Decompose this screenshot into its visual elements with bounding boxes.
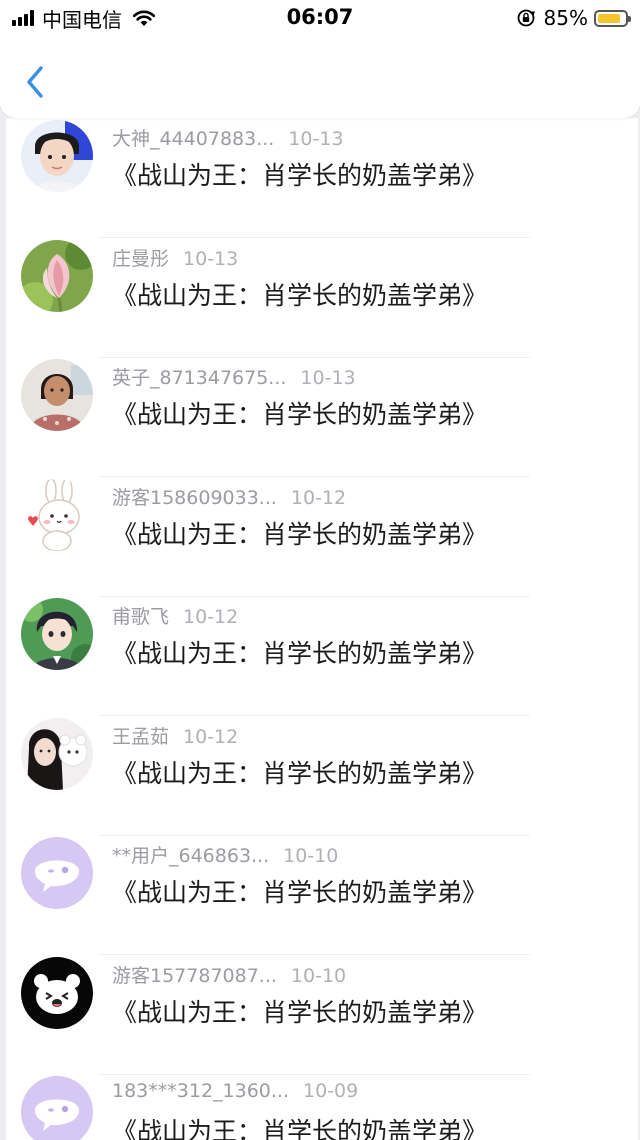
comment-list-item[interactable]: 游客158609033... 10-12 《战山为王：肖学长的奶盖学弟》 <box>6 407 638 597</box>
user-name[interactable]: 王孟茹 <box>112 722 169 749</box>
comment-date: 10-12 <box>183 726 239 748</box>
comment-list-item[interactable]: 183***312_1360... 10-09 《战山为王：肖学长的奶盖学弟》 <box>6 1004 638 1140</box>
rotation-lock-icon <box>517 9 535 27</box>
user-name[interactable]: 庄曼彤 <box>112 244 169 271</box>
user-name[interactable]: 英子_871347675... <box>112 363 286 390</box>
comment-date: 10-10 <box>283 845 339 867</box>
book-title[interactable]: 《战山为王：肖学长的奶盖学弟》 <box>112 1112 487 1140</box>
comment-date: 10-09 <box>303 1080 359 1102</box>
comment-meta: 游客158609033... 10-12 <box>112 483 346 509</box>
user-name[interactable]: 游客158609033... <box>112 483 277 510</box>
battery-level-fill <box>598 13 621 23</box>
comment-list-item[interactable]: **用户_646863... 10-10 《战山为王：肖学长的奶盖学弟》 <box>6 765 638 955</box>
chevron-left-icon <box>27 66 43 98</box>
comment-meta: 甫歌飞 10-12 <box>112 602 238 628</box>
comment-list-item[interactable]: 英子_871347675... 10-13 《战山为王：肖学长的奶盖学弟》 <box>6 287 638 477</box>
comment-list[interactable]: 大神_44407883... 10-13 《战山为王：肖学长的奶盖学弟》 庄曼彤 10-… <box>6 118 638 1140</box>
user-name[interactable]: **用户_646863... <box>112 841 269 868</box>
comment-date: 10-13 <box>183 248 239 270</box>
comment-date: 10-12 <box>183 606 239 628</box>
comment-meta: 183***312_1360... 10-09 <box>112 1080 358 1106</box>
navigation-bar <box>0 36 640 118</box>
user-name[interactable]: 甫歌飞 <box>112 602 169 629</box>
user-avatar[interactable] <box>21 1076 93 1140</box>
user-name[interactable]: 大神_44407883... <box>112 124 274 151</box>
comment-list-item[interactable]: 庄曼彤 10-13 《战山为王：肖学长的奶盖学弟》 <box>6 168 638 358</box>
back-button[interactable] <box>18 62 52 102</box>
battery-percentage: 85% <box>543 6 588 30</box>
comment-list-item[interactable]: 甫歌飞 10-12 《战山为王：肖学长的奶盖学弟》 <box>6 526 638 716</box>
comment-list-item[interactable]: 游客157787087... 10-10 《战山为王：肖学长的奶盖学弟》 <box>6 885 638 1075</box>
comment-meta: 王孟茹 10-12 <box>112 722 238 748</box>
comment-date: 10-12 <box>290 487 347 509</box>
comment-meta: 英子_871347675... 10-13 <box>112 363 356 389</box>
comment-date: 10-13 <box>300 367 356 389</box>
user-name[interactable]: 游客157787087... <box>112 961 277 988</box>
user-name[interactable]: 183***312_1360... <box>112 1080 289 1102</box>
comment-date: 10-10 <box>290 965 347 987</box>
comment-list-item[interactable]: 大神_44407883... 10-13 《战山为王：肖学长的奶盖学弟》 <box>6 118 638 238</box>
battery-icon <box>594 9 631 27</box>
comment-meta: 大神_44407883... 10-13 <box>112 124 344 150</box>
comment-list-item[interactable]: 王孟茹 10-12 《战山为王：肖学长的奶盖学弟》 <box>6 646 638 836</box>
comment-meta: 游客157787087... 10-10 <box>112 961 346 987</box>
status-bar: 中国电信 06:07 85% <box>0 0 640 36</box>
comment-date: 10-13 <box>288 128 344 150</box>
comment-meta: 庄曼彤 10-13 <box>112 244 238 270</box>
comment-meta: **用户_646863... 10-10 <box>112 841 338 867</box>
